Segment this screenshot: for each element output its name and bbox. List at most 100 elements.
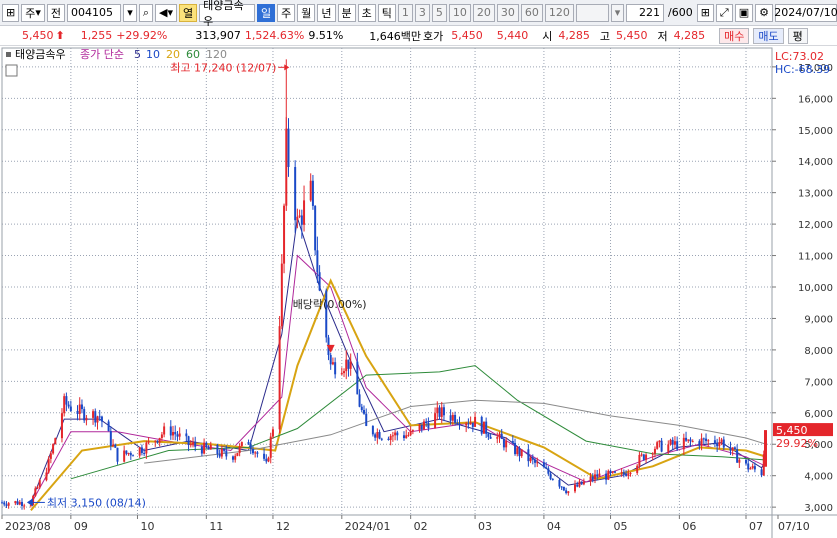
candle-body	[534, 459, 537, 463]
candle-body	[85, 417, 88, 421]
period-week-button[interactable]: 주	[277, 3, 296, 22]
period-year-button[interactable]: 년	[317, 3, 336, 22]
candle-body	[223, 449, 226, 451]
grid-toggle-icon[interactable]	[5, 64, 18, 77]
trade-value: 1,646백만	[369, 29, 422, 43]
price-change-pct: +29.92%	[116, 29, 168, 42]
minute-10-button[interactable]: 10	[448, 3, 471, 22]
period-month-label: 월	[301, 6, 312, 20]
candle-body	[713, 440, 716, 444]
candle-body	[660, 440, 663, 452]
count-input-value: 221	[638, 6, 660, 19]
period-second-button[interactable]: 초	[357, 3, 376, 22]
draw-tool-icon[interactable]: ⤢	[715, 3, 733, 22]
date-input[interactable]: 2024/07/10	[774, 3, 837, 22]
candle-body	[753, 466, 756, 470]
candle-body	[518, 448, 521, 457]
candle-body	[269, 436, 272, 458]
period-minute-button[interactable]: 분	[337, 3, 356, 22]
period-day-button[interactable]: 일	[257, 3, 276, 22]
candle-body	[642, 454, 645, 460]
market-select[interactable]: 주 ▾	[21, 3, 45, 22]
dividend-label: 배당락(0.00%)	[293, 298, 367, 311]
custom-period-input[interactable]	[575, 3, 609, 22]
period-tick-button[interactable]: 틱	[377, 3, 396, 22]
y-tick-label: 16,000	[798, 94, 833, 105]
candle-body	[500, 433, 503, 439]
search-icon[interactable]: ⌕	[138, 3, 153, 22]
candle-body	[83, 409, 86, 421]
candle-body	[738, 459, 741, 463]
candle-body	[700, 438, 703, 446]
minute-5-button[interactable]: 5	[431, 3, 447, 22]
candle-body	[238, 446, 241, 453]
speaker-icon[interactable]: ◀▾	[154, 3, 177, 22]
candle-body	[300, 215, 303, 225]
candle-body	[671, 439, 674, 445]
candle-body	[283, 205, 286, 264]
candle-body	[485, 421, 488, 434]
candle-body	[673, 441, 676, 445]
candle-body	[163, 426, 166, 435]
minute-1-button[interactable]: 1	[397, 3, 413, 22]
candle-body	[425, 421, 428, 423]
candle-body	[251, 448, 254, 454]
date-input-value: 2024/07/10	[774, 6, 837, 19]
minute-30-button[interactable]: 30	[496, 3, 519, 22]
minute-60-button[interactable]: 60	[520, 3, 543, 22]
candle-body	[516, 448, 519, 455]
custom-period-dropdown-icon[interactable]: ▾	[610, 3, 625, 22]
candle-body	[231, 456, 234, 460]
x-tick-label: 10	[140, 520, 154, 533]
y-tick-label: 7,000	[804, 377, 833, 388]
chart-menu-icon[interactable]: ⊞	[2, 3, 20, 22]
candle-body	[434, 413, 437, 429]
settings-grid-icon[interactable]: ⊞	[696, 3, 714, 22]
minute-3-label: 3	[418, 6, 426, 19]
candle-body	[267, 457, 270, 462]
code-input[interactable]: 004105	[67, 3, 122, 22]
minute-3-button[interactable]: 3	[414, 3, 430, 22]
candle-body	[49, 453, 52, 459]
buy-button[interactable]: 매수	[719, 27, 750, 44]
candle-body	[116, 447, 119, 462]
save-icon[interactable]: ▣	[734, 3, 754, 22]
period-month-button[interactable]: 월	[297, 3, 316, 22]
type-select-value: 전	[50, 6, 61, 20]
y-tick-label: 9,000	[804, 314, 833, 325]
candle-body	[236, 452, 239, 456]
legend-ma10: 10	[146, 48, 160, 61]
candle-body	[340, 373, 343, 375]
minute-120-button[interactable]: 120	[544, 3, 574, 22]
tag-badge[interactable]: 열	[178, 3, 198, 22]
candle-body	[578, 481, 581, 487]
candle-body	[174, 432, 177, 435]
high-label: 최고 17,240 (12/07)	[170, 61, 276, 74]
candle-body	[716, 443, 719, 447]
candle-body	[687, 439, 690, 441]
chart-background	[0, 46, 837, 538]
candle-body	[160, 434, 163, 438]
candle-body	[605, 473, 608, 480]
gear-icon[interactable]: ⚙	[755, 3, 773, 22]
candle-body	[20, 501, 23, 506]
open-label: 시	[542, 29, 553, 43]
count-input[interactable]: 221	[626, 3, 664, 22]
candle-body	[391, 435, 394, 437]
candle-body	[278, 326, 281, 430]
candle-body	[409, 431, 412, 435]
type-select[interactable]: 전	[46, 3, 65, 22]
quote-bar: 5,450 ⬆ 1,255 +29.92% 313,907 1,524.63% …	[0, 26, 837, 46]
y-tick-label: 15,000	[798, 126, 833, 137]
code-dropdown-icon[interactable]: ▾	[123, 3, 137, 22]
x-tick-label: 07/10	[778, 520, 810, 533]
eval-button[interactable]: 평	[787, 27, 808, 44]
sell-button[interactable]: 매도	[753, 27, 784, 44]
price-chart[interactable]: 3,0004,0005,0006,0007,0008,0009,00010,00…	[0, 46, 837, 538]
candle-body	[387, 438, 390, 440]
candle-body	[147, 441, 150, 443]
candle-body	[107, 421, 110, 432]
minute-20-button[interactable]: 20	[472, 3, 495, 22]
candle-body	[720, 439, 723, 443]
candle-body	[514, 442, 517, 455]
